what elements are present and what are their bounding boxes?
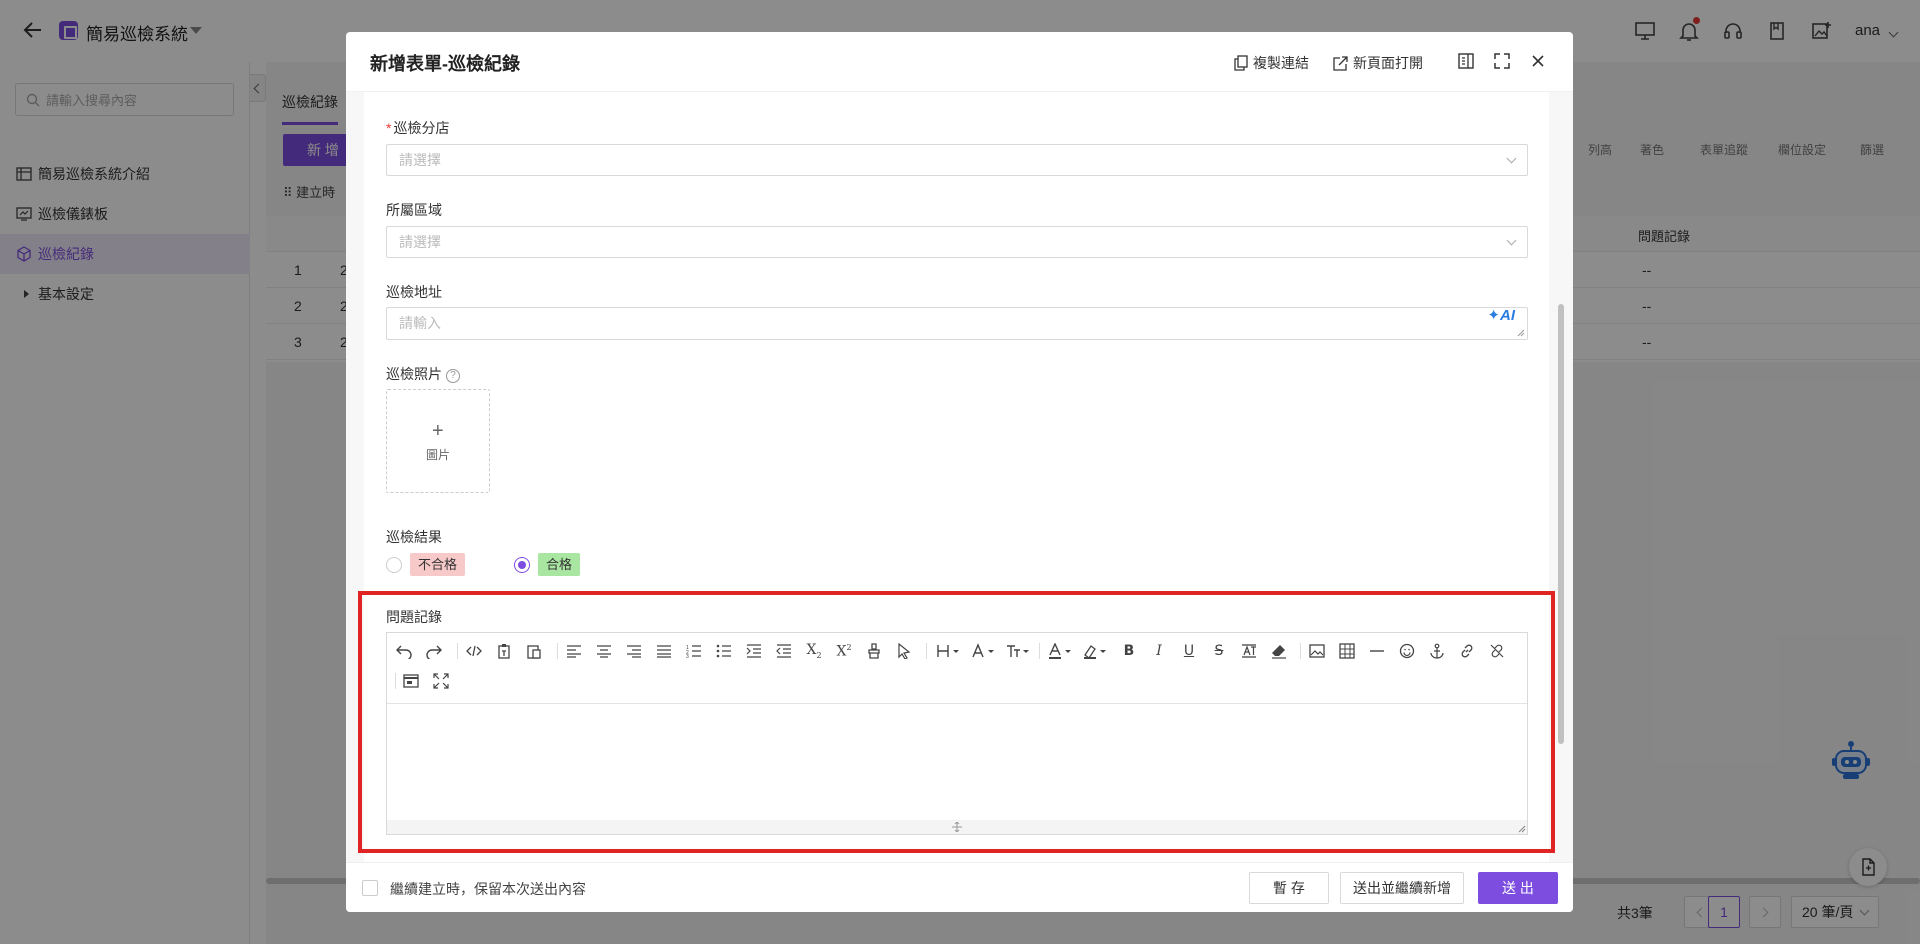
result-option-pass[interactable]: 合格 [538,553,581,576]
modal-header: 新增表單-巡檢紀錄 複製連結 新頁面打開 [346,32,1573,92]
modal-title: 新增表單-巡檢紀錄 [370,54,520,74]
resize-handle-icon[interactable] [1517,329,1525,337]
fullscreen-icon[interactable] [1492,51,1512,71]
copy-link-label: 複製連結 [1253,55,1309,71]
region-select[interactable]: 請選擇 [386,226,1528,258]
branch-select[interactable]: 請選擇 [386,144,1528,176]
result-radio-fail[interactable] [386,557,402,573]
plus-icon: + [432,420,444,442]
result-option-fail[interactable]: 不合格 [410,553,466,576]
address-input-placeholder: 請輸入 [399,315,441,331]
result-field-label: 巡檢結果 [386,529,442,545]
modal-footer: 繼續建立時，保留本次送出內容 暫 存 送出並繼續新增 送 出 [346,862,1573,912]
submit-button[interactable]: 送 出 [1478,872,1558,904]
save-draft-button[interactable]: 暫 存 [1249,872,1329,904]
modal-scrollbar-thumb[interactable] [1558,304,1564,744]
branch-field-label: * 巡檢分店 [386,118,449,138]
copy-link-button[interactable]: 複製連結 [1234,53,1309,73]
open-new-page-label: 新頁面打開 [1353,55,1423,71]
close-icon[interactable] [1528,51,1548,71]
external-link-icon [1333,55,1348,71]
photo-field-label: 巡檢照片? [386,364,460,384]
branch-select-placeholder: 請選擇 [399,152,441,168]
address-input[interactable]: 請輸入 ✦AI [386,307,1528,340]
result-radio-pass[interactable] [514,557,530,573]
required-mark: * [386,120,392,136]
help-icon[interactable]: ? [446,369,460,383]
region-field-label: 所屬區域 [386,202,442,218]
branch-label-text: 巡檢分店 [393,120,450,136]
issue-field-highlight [358,591,1555,853]
side-panel-icon[interactable] [1456,51,1476,71]
keep-content-label[interactable]: 繼續建立時，保留本次送出內容 [390,879,586,899]
keep-content-checkbox[interactable] [362,880,378,896]
copy-icon [1234,55,1248,71]
photo-upload-button[interactable]: + 圖片 [386,389,490,493]
address-field-label: 巡檢地址 [386,284,442,300]
upload-label: 圖片 [425,448,450,462]
open-new-page-button[interactable]: 新頁面打開 [1333,53,1423,73]
submit-and-continue-button[interactable]: 送出並繼續新增 [1340,872,1464,904]
chevron-down-icon [1506,235,1517,246]
ai-assist-label: AI [1500,307,1515,324]
region-select-placeholder: 請選擇 [399,234,441,250]
photo-label-text: 巡檢照片 [386,366,442,382]
chevron-down-icon [1506,153,1517,164]
ai-assist-icon[interactable]: ✦AI [1487,300,1515,331]
